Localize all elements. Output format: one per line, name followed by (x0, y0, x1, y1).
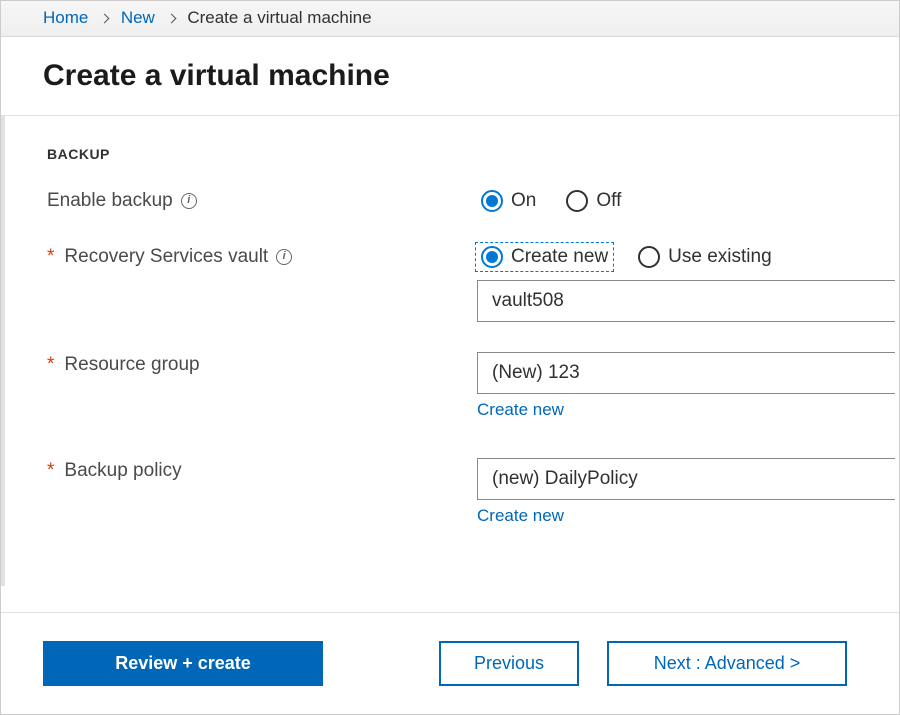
form-area: BACKUP Enable backup i On Off * Recovery… (1, 116, 899, 586)
section-header-backup: BACKUP (47, 146, 899, 162)
info-icon[interactable]: i (276, 249, 292, 265)
required-indicator: * (47, 460, 54, 482)
radio-use-existing-label: Use existing (668, 246, 772, 268)
breadcrumb-current: Create a virtual machine (187, 8, 371, 27)
row-vault: * Recovery Services vault i Create new U… (47, 244, 899, 270)
radio-vault-create-new[interactable]: Create new (477, 244, 612, 270)
page-title: Create a virtual machine (43, 59, 879, 93)
next-advanced-button[interactable]: Next : Advanced > (607, 641, 847, 686)
radio-circle-icon (566, 190, 588, 212)
radio-group-enable-backup: On Off (477, 188, 897, 214)
radio-create-new-label: Create new (511, 246, 608, 268)
breadcrumb-new[interactable]: New (121, 8, 155, 27)
backup-policy-create-new-link[interactable]: Create new (477, 506, 564, 526)
breadcrumb: Home New Create a virtual machine (43, 8, 879, 29)
resource-group-input[interactable] (477, 352, 895, 394)
radio-backup-on[interactable]: On (477, 188, 540, 214)
radio-off-label: Off (596, 190, 621, 212)
title-area: Create a virtual machine (1, 37, 899, 116)
radio-backup-off[interactable]: Off (562, 188, 625, 214)
breadcrumb-home[interactable]: Home (43, 8, 88, 27)
backup-policy-input[interactable] (477, 458, 895, 500)
label-vault: * Recovery Services vault i (47, 244, 477, 268)
vault-name-input[interactable] (477, 280, 895, 322)
label-backup-policy: * Backup policy (47, 458, 477, 482)
label-enable-backup: Enable backup i (47, 188, 477, 212)
chevron-right-icon (164, 9, 179, 29)
footer-bar: Review + create Previous Next : Advanced… (1, 612, 899, 714)
row-resource-group: * Resource group Create new (47, 352, 899, 420)
radio-circle-icon (638, 246, 660, 268)
label-resource-group: * Resource group (47, 352, 477, 376)
radio-circle-icon (481, 190, 503, 212)
info-icon[interactable]: i (181, 193, 197, 209)
row-backup-policy: * Backup policy Create new (47, 458, 899, 526)
previous-button[interactable]: Previous (439, 641, 579, 686)
label-vault-text: Recovery Services vault (64, 246, 268, 268)
resource-group-create-new-link[interactable]: Create new (477, 400, 564, 420)
top-bar: Home New Create a virtual machine (1, 1, 899, 37)
chevron-right-icon (97, 9, 112, 29)
label-backup-policy-text: Backup policy (64, 460, 181, 482)
required-indicator: * (47, 354, 54, 376)
label-resource-group-text: Resource group (64, 354, 199, 376)
label-enable-backup-text: Enable backup (47, 190, 173, 212)
review-create-button[interactable]: Review + create (43, 641, 323, 686)
radio-vault-use-existing[interactable]: Use existing (634, 244, 776, 270)
radio-group-vault: Create new Use existing (477, 244, 897, 270)
radio-on-label: On (511, 190, 536, 212)
row-vault-name (477, 280, 899, 322)
required-indicator: * (47, 246, 54, 268)
row-enable-backup: Enable backup i On Off (47, 188, 899, 214)
radio-circle-icon (481, 246, 503, 268)
